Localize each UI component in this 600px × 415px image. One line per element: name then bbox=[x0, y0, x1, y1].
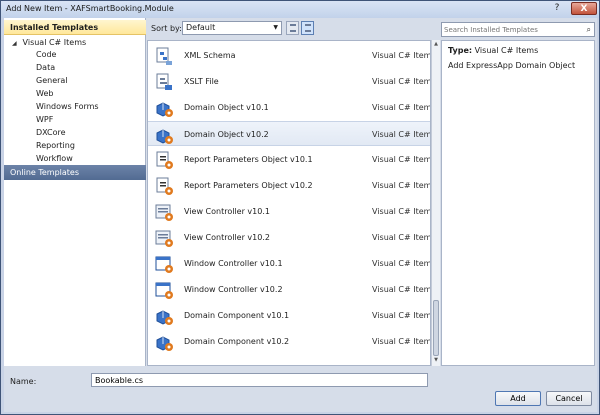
template-row[interactable]: Report Parameters Object v10.1 Visual C# … bbox=[148, 147, 431, 172]
scroll-up-icon[interactable]: ▲ bbox=[432, 41, 440, 49]
search-input[interactable] bbox=[444, 24, 578, 35]
view-controller-icon bbox=[154, 228, 174, 248]
help-button[interactable]: ? bbox=[546, 2, 568, 15]
close-button[interactable]: X bbox=[571, 2, 597, 15]
template-list[interactable]: XML Schema Visual C# Items XSLT File Visual… bbox=[147, 40, 431, 366]
template-category: Visual C# Items bbox=[372, 337, 431, 346]
scroll-thumb[interactable] bbox=[433, 300, 439, 356]
template-categories-pane: Installed Templates ◢ Visual C# Items Co… bbox=[4, 18, 146, 366]
sort-toolbar: Sort by: Default ▼ bbox=[147, 18, 436, 39]
dialog-body: Installed Templates ◢ Visual C# Items Co… bbox=[4, 18, 597, 412]
template-row[interactable]: XML Schema Visual C# Items bbox=[148, 43, 431, 68]
template-name: View Controller v10.2 bbox=[184, 233, 270, 242]
domain-object-icon bbox=[154, 98, 174, 118]
template-name: Window Controller v10.2 bbox=[184, 285, 283, 294]
tree-item-data[interactable]: Data bbox=[36, 63, 55, 72]
view-controller-icon bbox=[154, 202, 174, 222]
xml-schema-icon bbox=[154, 46, 174, 66]
template-name: XML Schema bbox=[184, 51, 236, 60]
sort-dropdown[interactable]: Default ▼ bbox=[182, 21, 282, 35]
tree-item-workflow[interactable]: Workflow bbox=[36, 154, 73, 163]
report-parameters-icon bbox=[154, 176, 174, 196]
tree-item-visual-csharp[interactable]: ◢ Visual C# Items bbox=[12, 38, 86, 47]
template-category: Visual C# Items bbox=[372, 207, 431, 216]
online-templates-header[interactable]: Online Templates bbox=[4, 165, 146, 180]
template-category: Visual C# Items bbox=[372, 51, 431, 60]
template-category: Visual C# Items bbox=[372, 233, 431, 242]
details-view-icon bbox=[305, 24, 311, 32]
chevron-down-icon: ▼ bbox=[273, 24, 278, 31]
tree-item-wpf[interactable]: WPF bbox=[36, 115, 53, 124]
tree-item-windows-forms[interactable]: Windows Forms bbox=[36, 102, 99, 111]
template-list-scrollbar[interactable]: ▲ ▼ bbox=[431, 40, 440, 366]
template-row[interactable]: View Controller v10.1 Visual C# Items bbox=[148, 199, 431, 224]
domain-component-icon bbox=[154, 306, 174, 326]
installed-templates-header[interactable]: Installed Templates bbox=[4, 20, 146, 35]
sort-label: Sort by: bbox=[151, 24, 182, 33]
list-view-icon bbox=[290, 24, 296, 32]
expand-arrow-icon[interactable]: ◢ bbox=[12, 40, 20, 47]
search-box[interactable]: ⌕ bbox=[441, 22, 595, 37]
domain-component-icon bbox=[154, 332, 174, 352]
template-category: Visual C# Items bbox=[372, 311, 431, 320]
template-name: Domain Object v10.1 bbox=[184, 103, 269, 112]
template-name: View Controller v10.1 bbox=[184, 207, 270, 216]
sort-value: Default bbox=[186, 23, 216, 32]
template-category: Visual C# Items bbox=[372, 130, 431, 139]
detail-type: Type: Visual C# Items bbox=[448, 46, 538, 55]
report-parameters-icon bbox=[154, 150, 174, 170]
template-detail-pane: Type: Visual C# Items Add ExpressApp Dom… bbox=[441, 40, 595, 366]
template-category: Visual C# Items bbox=[372, 77, 431, 86]
medium-icons-view-button[interactable] bbox=[301, 21, 314, 35]
template-row[interactable]: Domain Object v10.2 Visual C# Items bbox=[148, 121, 431, 146]
tree-item-dxcore[interactable]: DXCore bbox=[36, 128, 66, 137]
xslt-file-icon bbox=[154, 72, 174, 92]
template-row[interactable]: Domain Object v10.1 Visual C# Items bbox=[148, 95, 431, 120]
template-name: Report Parameters Object v10.2 bbox=[184, 181, 313, 190]
template-category: Visual C# Items bbox=[372, 259, 431, 268]
template-row[interactable]: View Controller v10.2 Visual C# Items bbox=[148, 225, 431, 250]
add-button[interactable]: Add bbox=[495, 391, 541, 406]
detail-description: Add ExpressApp Domain Object bbox=[448, 61, 576, 70]
template-name: XSLT File bbox=[184, 77, 219, 86]
template-name: Window Controller v10.1 bbox=[184, 259, 283, 268]
template-row[interactable]: Report Parameters Object v10.2 Visual C# … bbox=[148, 173, 431, 198]
domain-object-icon bbox=[154, 125, 174, 145]
template-row[interactable]: Window Controller v10.2 Visual C# Items bbox=[148, 277, 431, 302]
window-title: Add New Item - XAFSmartBooking.Module bbox=[6, 4, 174, 13]
small-icons-view-button[interactable] bbox=[286, 21, 299, 35]
detail-type-value: Visual C# Items bbox=[474, 46, 539, 55]
name-label: Name: bbox=[10, 377, 37, 386]
template-name: Domain Object v10.2 bbox=[184, 130, 269, 139]
template-category: Visual C# Items bbox=[372, 155, 431, 164]
name-input[interactable] bbox=[91, 373, 428, 387]
template-name: Report Parameters Object v10.1 bbox=[184, 155, 313, 164]
window-controller-icon bbox=[154, 280, 174, 300]
template-row[interactable]: XSLT File Visual C# Items bbox=[148, 69, 431, 94]
tree-root-label: Visual C# Items bbox=[22, 38, 87, 47]
add-new-item-dialog: Add New Item - XAFSmartBooking.Module ? … bbox=[0, 0, 600, 415]
template-row[interactable]: Domain Component v10.1 Visual C# Items bbox=[148, 303, 431, 328]
window-controller-icon bbox=[154, 254, 174, 274]
template-name: Domain Component v10.1 bbox=[184, 311, 290, 320]
cancel-button[interactable]: Cancel bbox=[546, 391, 592, 406]
detail-type-label: Type: bbox=[448, 46, 473, 55]
template-row[interactable]: Domain Component v10.2 Visual C# Items bbox=[148, 329, 431, 354]
tree-item-web[interactable]: Web bbox=[36, 89, 53, 98]
tree-item-reporting[interactable]: Reporting bbox=[36, 141, 75, 150]
title-bar[interactable]: Add New Item - XAFSmartBooking.Module ? … bbox=[1, 1, 599, 18]
tree-item-general[interactable]: General bbox=[36, 76, 68, 85]
tree-item-code[interactable]: Code bbox=[36, 50, 56, 59]
scroll-down-icon[interactable]: ▼ bbox=[432, 357, 440, 365]
template-category: Visual C# Items bbox=[372, 103, 431, 112]
template-category: Visual C# Items bbox=[372, 181, 431, 190]
search-icon[interactable]: ⌕ bbox=[587, 25, 591, 35]
template-row[interactable]: Window Controller v10.1 Visual C# Items bbox=[148, 251, 431, 276]
template-name: Domain Component v10.2 bbox=[184, 337, 290, 346]
template-category: Visual C# Items bbox=[372, 285, 431, 294]
